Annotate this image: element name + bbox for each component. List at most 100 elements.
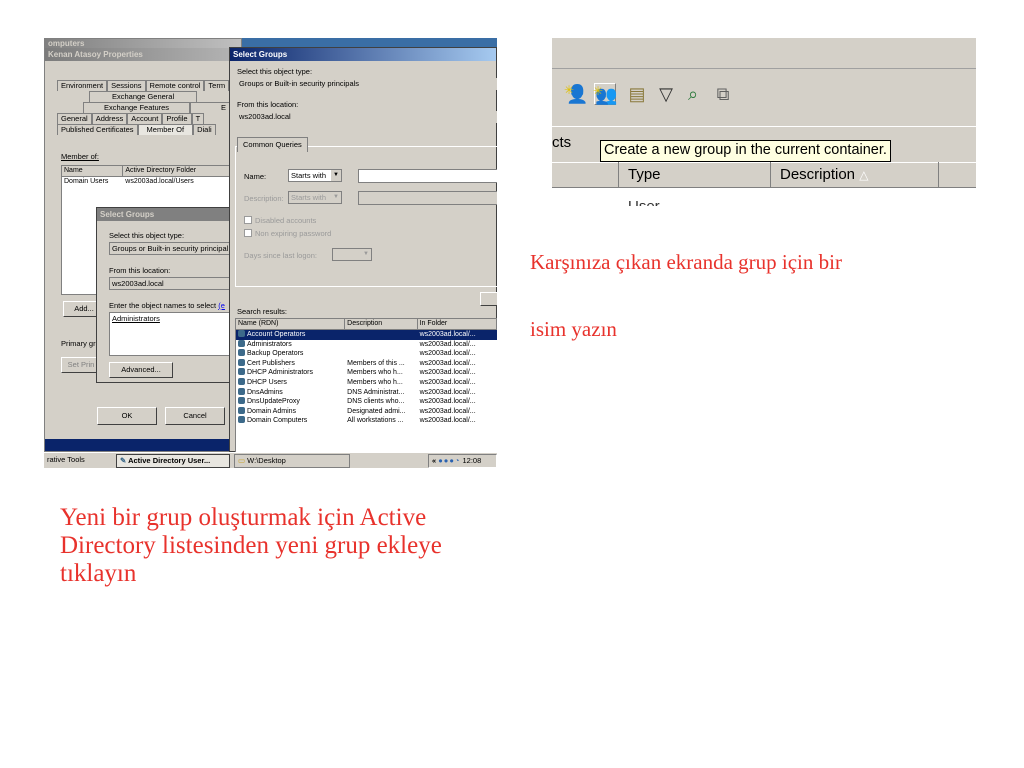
tab-t[interactable]: T	[191, 113, 205, 124]
name-query-input[interactable]	[358, 169, 497, 183]
search-result-row[interactable]: DHCP Administrators Members who h... ws200…	[236, 368, 497, 378]
col-name-rdn[interactable]: Name (RDN)	[236, 319, 346, 329]
taskbar-item-active-directory-label: Active Directory User...	[128, 456, 211, 465]
group-icon	[238, 416, 245, 424]
search-result-row[interactable]: Domain Computers All workstations ... ws20…	[236, 416, 497, 426]
group-icon	[238, 368, 245, 376]
tab-dialin[interactable]: Diali	[193, 124, 216, 135]
tab-general[interactable]: General	[57, 113, 92, 124]
group-icon	[238, 330, 245, 337]
new-group-icon[interactable]: 👥 ✳	[593, 83, 617, 105]
tab-sessions[interactable]: Sessions	[107, 80, 146, 91]
group-icon	[238, 349, 245, 357]
cell-name: Domain Users	[64, 178, 109, 185]
search-results-header: Name (RDN) Description In Folder	[236, 319, 497, 330]
cell-folder: ws2003ad.local/...	[418, 416, 497, 426]
search-result-row[interactable]: DHCP Users Members who h... ws2003ad.local…	[236, 377, 497, 388]
column-description[interactable]: Description △	[780, 164, 868, 186]
cell-text: ws2003ad.local/...	[419, 378, 476, 386]
group-icon	[238, 339, 245, 347]
cell-text: ws2003ad.local/...	[419, 350, 476, 358]
tab-e[interactable]: E	[190, 102, 231, 113]
cell-name: Backup Operators	[236, 349, 345, 359]
search-result-row[interactable]: DnsUpdateProxy DNS clients who... ws2003ad…	[236, 397, 497, 407]
search-result-row[interactable]: Domain Admins Designated admi... ws2003ad.…	[236, 406, 497, 417]
tab-exchange-features[interactable]: Exchange Features	[83, 102, 191, 113]
small-dialog-title: Select Groups	[97, 208, 241, 221]
description-query-input	[358, 191, 497, 205]
find-icon[interactable]: ⌕	[682, 83, 704, 105]
cancel-button[interactable]: Cancel	[165, 407, 225, 425]
name-operator-select[interactable]: Starts with ▼	[288, 169, 342, 182]
tab-address[interactable]: Address	[91, 113, 128, 124]
taskbar-item-admin-tools[interactable]: rative Tools	[44, 454, 112, 468]
system-tray: « ●●●◔ 12:08	[428, 454, 497, 468]
disabled-accounts-checkbox: Disabled accounts	[244, 216, 316, 225]
search-result-row[interactable]: Administrators ws2003ad.local/...	[236, 339, 497, 350]
tab-terminal[interactable]: Term	[204, 80, 230, 91]
taskbar-item-desktop[interactable]: ▭ W:\Desktop	[234, 454, 350, 468]
col-ad-folder[interactable]: Active Directory Folder	[123, 166, 236, 176]
tray-expand-button[interactable]: «	[432, 456, 436, 465]
cell-text: Members who h...	[347, 378, 403, 386]
col-description[interactable]: Description	[345, 319, 418, 329]
column-divider[interactable]	[618, 162, 619, 188]
tab-remote-control[interactable]: Remote control	[145, 80, 205, 91]
cell-description	[345, 340, 417, 350]
cell-description: DNS Administrat...	[345, 388, 417, 398]
ok-button[interactable]: OK	[97, 407, 157, 425]
select-groups-dialog-large: Select Groups Select this object type: G…	[229, 47, 497, 453]
enter-names-text: Enter the object names to select	[109, 301, 217, 310]
advanced-button[interactable]: Advanced...	[109, 362, 173, 378]
tab-member-of[interactable]: Member Of	[137, 124, 194, 135]
list-body	[552, 188, 976, 206]
cell-text: ws2003ad.local/...	[419, 331, 476, 338]
column-divider[interactable]	[938, 162, 939, 188]
cell-text: Cert Publishers	[247, 359, 295, 367]
tab-row-5: Published Certificates Member Of Diali	[57, 124, 216, 135]
cell-folder: ws2003ad.local/...	[418, 349, 497, 359]
tab-row-4: General Address Account Profile T	[57, 113, 205, 124]
tab-common-queries[interactable]: Common Queries	[237, 137, 308, 152]
tab-profile[interactable]: Profile	[162, 113, 192, 124]
header-separator	[552, 126, 976, 127]
search-result-row[interactable]: Cert Publishers Members of this ... ws2003…	[236, 358, 497, 369]
examples-link[interactable]: (e	[218, 301, 225, 310]
cell-folder: ws2003ad.local/...	[418, 407, 497, 417]
search-result-row[interactable]: Account Operators ws2003ad.local/...	[236, 330, 497, 340]
tab-account[interactable]: Account	[127, 113, 163, 124]
col-name[interactable]: Name	[62, 166, 124, 176]
set-primary-button[interactable]: Set Prin	[61, 357, 101, 373]
new-user-icon[interactable]: 👤 ✳	[564, 83, 588, 105]
list-pane-label: cts	[552, 134, 572, 151]
tab-exchange-general[interactable]: Exchange General	[89, 91, 198, 102]
folder-icon: ▭	[238, 456, 248, 465]
common-queries-tabrow: Common Queries	[237, 137, 308, 152]
chevron-down-icon: ▼	[331, 170, 341, 181]
list-item[interactable]: Domain Users ws2003ad.local/Users	[62, 177, 236, 187]
cell-name: DHCP Users	[236, 377, 345, 388]
stop-button[interactable]	[480, 292, 497, 306]
cell-description	[345, 349, 417, 359]
new-ou-icon[interactable]: ▤	[626, 83, 648, 105]
column-type[interactable]: Type	[628, 164, 661, 186]
col-in-folder[interactable]: In Folder	[418, 319, 497, 329]
object-names-input[interactable]: Administrators	[109, 312, 243, 356]
tab-environment[interactable]: Environment	[57, 80, 108, 91]
cell-name: DnsAdmins	[236, 387, 345, 398]
disabled-accounts-label: Disabled accounts	[255, 216, 317, 225]
cell-text: ws2003ad.local/...	[419, 398, 476, 406]
column-divider[interactable]	[770, 162, 771, 188]
tab-row-3: Exchange Features E	[83, 102, 231, 113]
add-to-group-icon[interactable]: ⧉	[712, 83, 734, 105]
checkbox-icon	[244, 216, 252, 224]
search-result-row[interactable]: DnsAdmins DNS Administrat... ws2003ad.loca…	[236, 387, 497, 398]
filter-icon[interactable]: ▽	[655, 83, 677, 105]
column-description-label: Description	[780, 166, 856, 183]
tab-published-certificates[interactable]: Published Certificates	[57, 124, 138, 135]
search-results-list[interactable]: Name (RDN) Description In Folder Account…	[235, 318, 497, 453]
taskbar-item-active-directory[interactable]: ✎ Active Directory User...	[116, 454, 230, 468]
cell-name: DnsUpdateProxy	[236, 397, 345, 407]
cell-folder: ws2003ad.local/...	[418, 340, 497, 350]
search-result-row[interactable]: Backup Operators ws2003ad.local/...	[236, 349, 497, 359]
